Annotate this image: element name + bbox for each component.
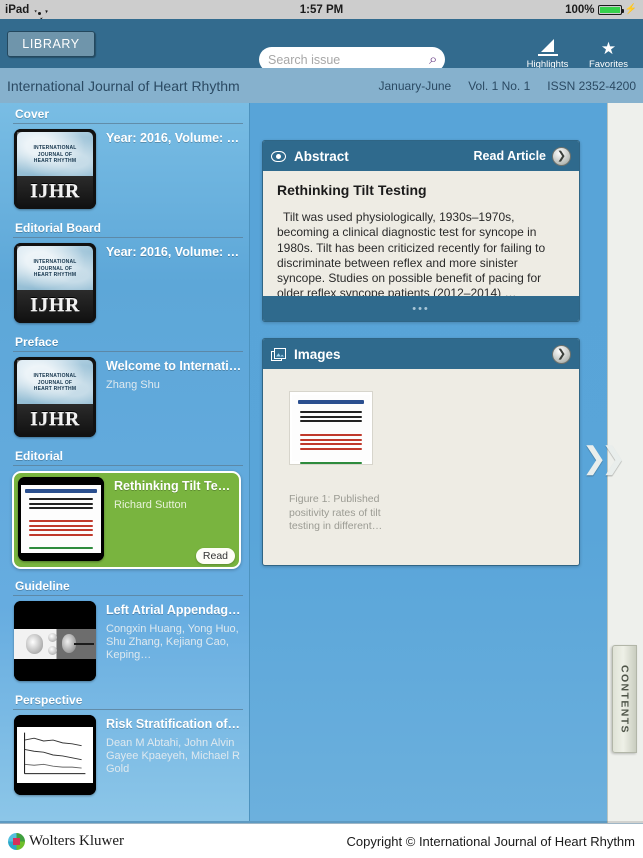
eye-icon	[271, 150, 286, 162]
toc-item-authors: Zhang Shu	[106, 379, 160, 391]
toc-item-title: Welcome to Internatio…	[106, 359, 243, 373]
toc-section-label: Cover	[15, 107, 50, 121]
lightning-bolt-icon: ⚡	[624, 4, 637, 15]
search-icon[interactable]: ⌕	[429, 52, 437, 67]
divider	[13, 351, 243, 352]
abstract-panel-header: Abstract Read Article ❯	[263, 141, 579, 171]
toc-item-title: Year: 2016, Volume: 1, I…	[106, 245, 243, 259]
toc-section-label: Preface	[15, 335, 59, 349]
double-chevron-right-icon[interactable]: ❯❯	[582, 444, 626, 474]
divider	[13, 595, 243, 596]
toc-item-cover[interactable]: INTERNATIONAL JOURNAL OF HEART RHYTHM IJHR…	[12, 129, 243, 217]
status-bar-right: 100% ⚡	[565, 4, 637, 16]
battery-percent-label: 100%	[565, 3, 595, 16]
figure-thumbnail[interactable]	[289, 391, 373, 465]
toc-item-authors: Congxin Huang, Yong Huo, Shu Zhang, Keji…	[106, 623, 239, 661]
toc-section-label: Guideline	[15, 579, 70, 593]
toc-section-label: Perspective	[15, 693, 83, 707]
toc-item-authors: Dean M Abtahi, John Alvin Gayee Kpaeyeh,…	[106, 737, 240, 775]
toc-section-label: Editorial Board	[15, 221, 102, 235]
toc-item-editorial-board[interactable]: INTERNATIONAL JOURNAL OF HEART RHYTHM IJHR…	[12, 243, 243, 331]
images-panel-title: Images	[294, 346, 341, 362]
toc-section-editorial-board: Editorial Board INTERNATIONAL JOURNAL OF H…	[12, 217, 243, 331]
toolbar-actions: Highlights ★ Favorites	[517, 39, 639, 70]
library-button[interactable]: LIBRARY	[7, 30, 95, 57]
status-bar-clock: 1:57 PM	[299, 3, 344, 16]
journal-title: International Journal of Heart Rhythm	[7, 77, 240, 94]
thumbnail-journal-cover: INTERNATIONAL JOURNAL OF HEART RHYTHM IJHR	[14, 357, 96, 437]
toc-item-text: Welcome to Internatio… Zhang Shu	[106, 357, 243, 437]
divider	[13, 237, 243, 238]
toc-section-label: Editorial	[15, 449, 64, 463]
battery-full-icon	[597, 4, 624, 15]
figure-caption: Figure 1: Published positivity rates of …	[289, 493, 383, 532]
toc-item-preface[interactable]: INTERNATIONAL JOURNAL OF HEART RHYTHM IJHR…	[12, 357, 243, 445]
toc-section-editorial: Editorial Rethinking Tilt Testing Richar…	[12, 445, 243, 569]
toc-item-text: Risk Stratification of S… Dean M Abtahi,…	[106, 715, 243, 795]
contents-tab-label: CONTENTS	[618, 664, 631, 734]
toc-item-text: Year: 2016, Volume: 1, I…	[106, 243, 243, 323]
toc-item-title: Left Atrial Appendage I…	[106, 603, 243, 617]
thumbnail-tilt-testing-slide	[18, 477, 104, 561]
app-toolbar: LIBRARY ⌕ Highlights ★ Favorites	[0, 19, 643, 72]
highlights-button[interactable]: Highlights	[517, 39, 578, 70]
images-icon	[271, 347, 286, 361]
thumbnail-device-photo	[14, 601, 96, 681]
wolters-kluwer-brand: Wolters Kluwer	[0, 832, 125, 850]
abstract-expand-button[interactable]: •••	[263, 296, 579, 321]
ipad-journal-app: iPad 1:57 PM 100% ⚡ LIBRARY ⌕ Highlights…	[0, 0, 643, 858]
toc-item-authors: Richard Sutton	[114, 499, 187, 511]
wolters-kluwer-logo-icon	[8, 832, 25, 850]
divider	[13, 709, 243, 710]
journal-meta: January-June Vol. 1 No. 1 ISSN 2352-4200	[379, 79, 637, 93]
toc-section-guideline: Guideline Left Atrial Appendage I… Congx…	[12, 575, 243, 689]
toc-section-preface: Preface INTERNATIONAL JOURNAL OF HEART RHY…	[12, 331, 243, 445]
toc-item-text: Left Atrial Appendage I… Congxin Huang, …	[106, 601, 243, 681]
images-panel-header: Images ❯	[263, 339, 579, 369]
toc-section-perspective: Perspective Risk Stratification of S… De…	[12, 689, 243, 803]
issue-issn: ISSN 2352-4200	[547, 78, 636, 93]
ios-status-bar: iPad 1:57 PM 100% ⚡	[0, 0, 643, 19]
copyright-text: Copyright © International Journal of Hea…	[346, 833, 636, 849]
toc-item-left-atrial-appendage[interactable]: Left Atrial Appendage I… Congxin Huang, …	[12, 601, 243, 689]
thumbnail-journal-cover: INTERNATIONAL JOURNAL OF HEART RHYTHM IJHR	[14, 129, 96, 209]
read-status-badge: Read	[195, 548, 235, 564]
chart-thumb-svg	[24, 732, 86, 775]
toc-item-title: Rethinking Tilt Testing	[114, 479, 235, 493]
contents-tab-button[interactable]: CONTENTS	[612, 645, 637, 753]
thumbnail-journal-cover: INTERNATIONAL JOURNAL OF HEART RHYTHM IJHR	[14, 243, 96, 323]
abstract-body: Rethinking Tilt Testing Tilt was used ph…	[263, 171, 579, 310]
toc-item-title: Year: 2016, Volume: 1, I…	[106, 131, 243, 145]
journal-info-bar: International Journal of Heart Rhythm Ja…	[0, 68, 643, 103]
toc-item-title: Risk Stratification of S…	[106, 717, 243, 731]
toc-item-rethinking-tilt-testing[interactable]: Rethinking Tilt Testing Richard Sutton R…	[12, 471, 241, 569]
abstract-panel: Abstract Read Article ❯ Rethinking Tilt …	[262, 140, 580, 322]
abstract-article-title: Rethinking Tilt Testing	[277, 182, 427, 198]
app-footer: Wolters Kluwer Copyright © International…	[0, 823, 643, 858]
abstract-text: Tilt was used physiologically, 1930s–197…	[277, 210, 546, 301]
divider	[13, 123, 243, 124]
toc-item-risk-stratification[interactable]: Risk Stratification of S… Dean M Abtahi,…	[12, 715, 243, 803]
highlighter-pen-icon	[537, 39, 558, 57]
chevron-right-icon[interactable]: ❯	[552, 344, 571, 364]
toc-item-text: Year: 2016, Volume: 1, I…	[106, 129, 243, 209]
toc-section-cover: Cover INTERNATIONAL JOURNAL OF HEART RHYTH…	[12, 103, 243, 217]
images-body: Figure 1: Published positivity rates of …	[263, 369, 579, 565]
issue-period: January-June	[378, 78, 452, 93]
thumbnail-line-chart	[14, 715, 96, 795]
issue-volume: Vol. 1 No. 1	[468, 78, 531, 93]
favorites-button[interactable]: ★ Favorites	[578, 39, 639, 70]
read-article-label[interactable]: Read Article	[474, 149, 546, 163]
table-of-contents-sidebar[interactable]: Cover INTERNATIONAL JOURNAL OF HEART RHYTH…	[0, 103, 250, 821]
abstract-panel-title: Abstract	[294, 148, 349, 164]
star-icon: ★	[600, 39, 617, 58]
wolters-kluwer-label: Wolters Kluwer	[29, 832, 125, 849]
search-input[interactable]	[268, 52, 429, 67]
toc-scroll-area[interactable]: Cover INTERNATIONAL JOURNAL OF HEART RHYTH…	[0, 103, 249, 821]
divider	[13, 465, 243, 466]
chevron-right-icon[interactable]: ❯	[552, 146, 571, 166]
images-panel: Images ❯ Figure 1: Published positivity	[262, 338, 580, 566]
